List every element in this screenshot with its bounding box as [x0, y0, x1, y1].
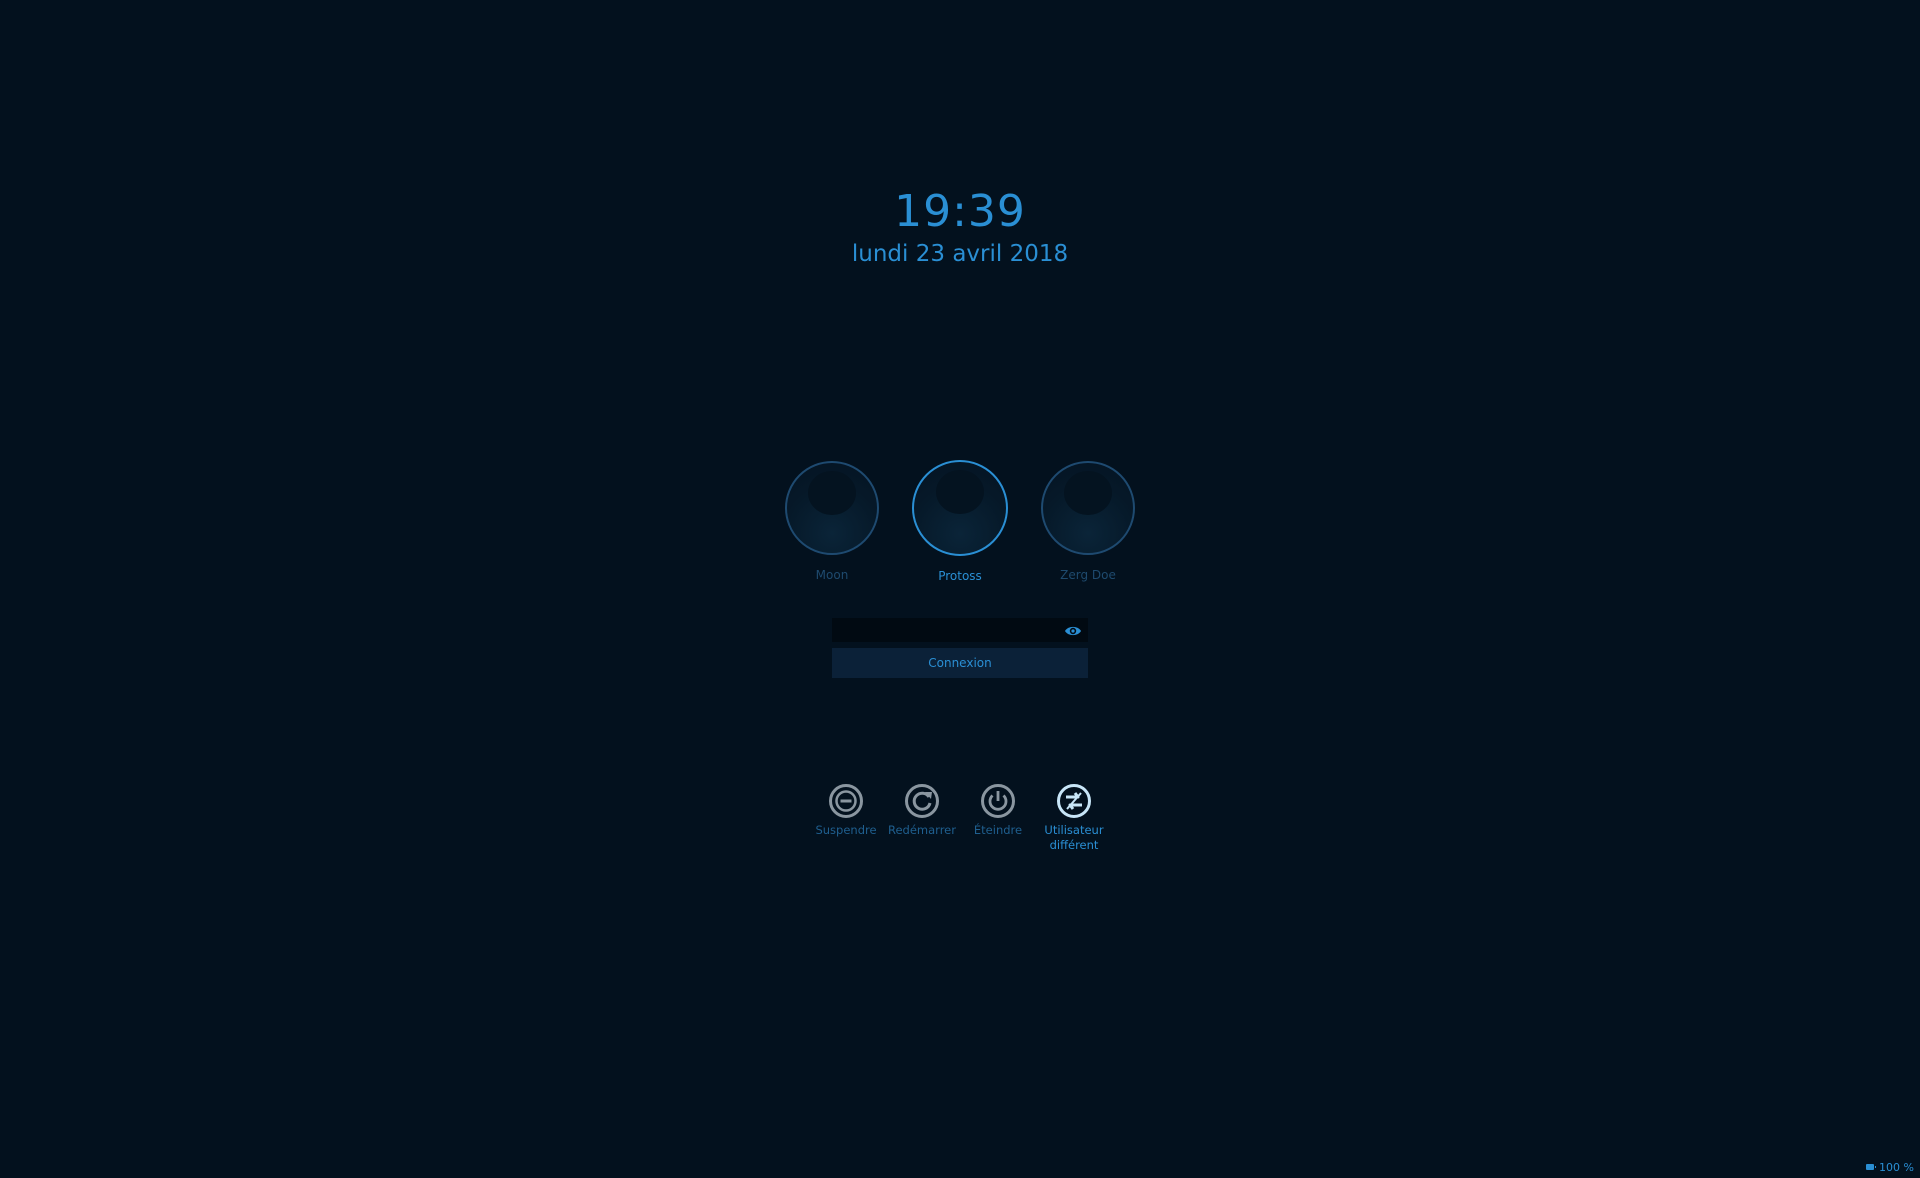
battery-icon	[1866, 1164, 1877, 1170]
battery-indicator: 100 %	[1866, 1160, 1914, 1174]
action-label: Utilisateur différent	[1044, 823, 1104, 852]
power-icon	[980, 783, 1016, 819]
clock: 19:39 lundi 23 avril 2018	[0, 186, 1920, 270]
shutdown-button[interactable]: Éteindre	[958, 783, 1038, 838]
login-button[interactable]: Connexion	[832, 648, 1088, 678]
password-field-container	[832, 618, 1088, 642]
clock-date: lundi 23 avril 2018	[851, 241, 1069, 267]
clock-time: 19:39	[894, 186, 1026, 237]
suspend-button[interactable]: Suspendre	[806, 783, 886, 838]
user-name: Moon	[815, 568, 849, 582]
user-protoss[interactable]: Protoss	[890, 460, 1030, 583]
action-label: Éteindre	[973, 823, 1023, 837]
switch-user-button[interactable]: Utilisateur différent	[1034, 783, 1114, 853]
suspend-icon	[828, 783, 864, 819]
session-actions: Suspendre Redémarrer Éteindre Utilisateu…	[0, 783, 1920, 863]
restart-icon	[904, 783, 940, 819]
user-name: Protoss	[938, 569, 982, 583]
user-moon[interactable]: Moon	[762, 460, 902, 582]
action-label: Redémarrer	[888, 823, 956, 837]
avatar	[785, 461, 879, 555]
user-name: Zerg Doe	[1060, 568, 1116, 582]
action-label: Suspendre	[815, 823, 877, 837]
lock-screen: 19:39 lundi 23 avril 2018 Moon Protoss Z…	[0, 0, 1920, 1178]
switch-user-icon	[1056, 783, 1092, 819]
avatar	[1041, 461, 1135, 555]
user-zerg-doe[interactable]: Zerg Doe	[1018, 460, 1158, 582]
restart-button[interactable]: Redémarrer	[882, 783, 962, 838]
password-field[interactable]	[832, 618, 1052, 642]
user-list: Moon Protoss Zerg Doe	[0, 460, 1920, 595]
battery-level: 100 %	[1879, 1160, 1914, 1174]
eye-icon[interactable]	[1064, 623, 1082, 637]
avatar	[912, 460, 1008, 556]
